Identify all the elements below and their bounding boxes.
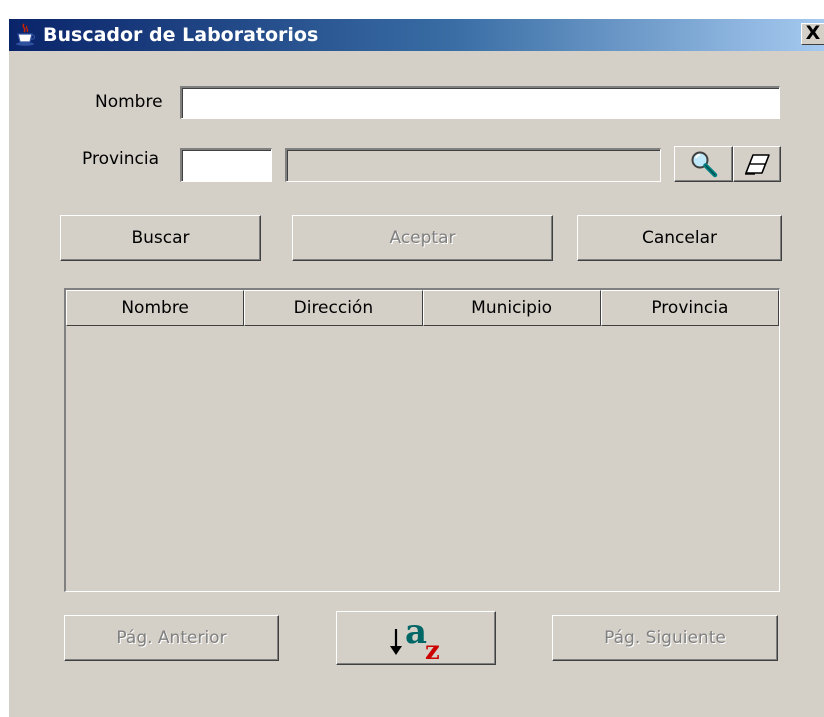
previous-page-button[interactable]: Pág. Anterior	[64, 615, 279, 661]
magnifier-icon	[691, 151, 717, 178]
provincia-name-field	[285, 148, 661, 182]
window-title: Buscador de Laboratorios	[43, 24, 319, 46]
column-header-direccion[interactable]: Dirección	[244, 290, 423, 326]
sort-az-icon: a z	[387, 615, 445, 661]
next-page-button[interactable]: Pág. Siguiente	[552, 615, 778, 661]
laboratory-search-window: Buscador de Laboratorios X Nombre Provin…	[8, 18, 824, 717]
provincia-label: Provincia	[82, 149, 160, 169]
column-header-nombre[interactable]: Nombre	[66, 290, 245, 326]
nombre-input[interactable]	[180, 86, 780, 119]
column-header-provincia[interactable]: Provincia	[600, 290, 779, 326]
results-table: Nombre Dirección Municipio Provincia	[64, 288, 780, 592]
search-provincia-button[interactable]	[674, 146, 733, 182]
svg-text:z: z	[425, 636, 440, 661]
nombre-label: Nombre	[95, 92, 163, 112]
clear-provincia-button[interactable]	[733, 146, 781, 182]
sort-button[interactable]: a z	[336, 611, 496, 665]
table-header: Nombre Dirección Municipio Provincia	[66, 290, 779, 326]
aceptar-button[interactable]: Aceptar	[292, 215, 553, 261]
title-bar[interactable]: Buscador de Laboratorios X	[9, 19, 824, 51]
cancelar-button[interactable]: Cancelar	[577, 215, 782, 261]
provincia-code-input[interactable]	[180, 148, 272, 182]
close-button[interactable]: X	[801, 23, 824, 45]
buscar-button[interactable]: Buscar	[60, 215, 261, 261]
java-cup-icon	[16, 23, 36, 46]
svg-text:a: a	[405, 615, 427, 652]
column-header-municipio[interactable]: Municipio	[422, 290, 601, 326]
eraser-icon	[745, 154, 770, 175]
table-body[interactable]	[66, 326, 779, 591]
